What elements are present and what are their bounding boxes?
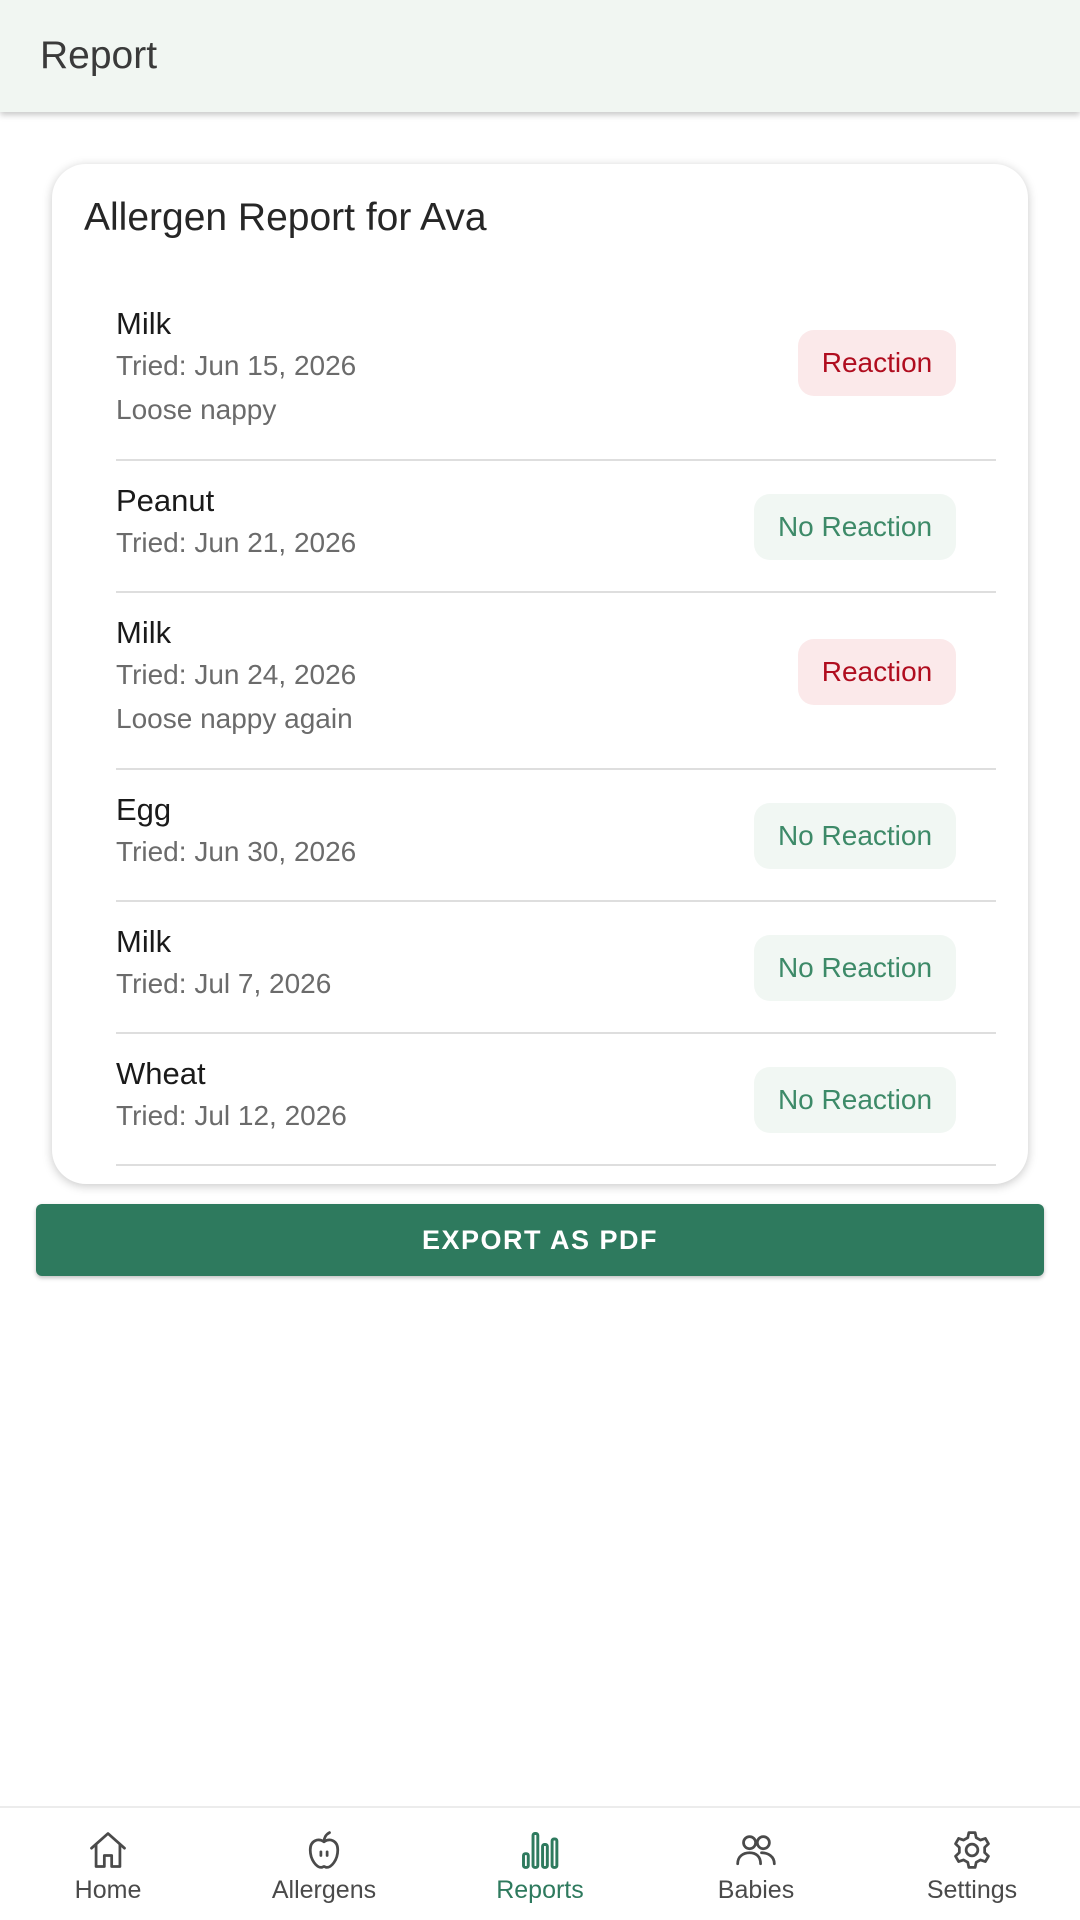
nav-label: Babies [717,1876,795,1904]
list-item: Milk Tried: Jun 24, 2026 Loose nappy aga… [116,593,996,770]
allergen-name: Peanut [116,483,215,518]
list-item: Peanut Tried: Jun 21, 2026 No Reaction [116,461,996,593]
nav-item-home[interactable]: Home [0,1808,216,1920]
status-badge: No Reaction [754,1067,956,1133]
nav-label: Home [74,1876,142,1904]
list-item: Wheat Tried: Jul 12, 2026 No Reaction [116,1034,996,1166]
nav-label: Reports [496,1876,584,1904]
tried-date: Tried: Jul 12, 2026 [116,1100,347,1131]
nav-label: Settings [926,1876,1018,1904]
allergen-name: Milk [116,924,172,959]
allergen-name: Egg [116,792,172,827]
tried-date: Tried: Jun 21, 2026 [116,527,357,558]
status-badge: No Reaction [754,494,956,560]
status-badge: No Reaction [754,935,956,1001]
home-icon [90,1832,126,1868]
people-icon [736,1835,776,1866]
list-item: Milk Tried: Jun 15, 2026 Loose nappy Rea… [116,284,996,461]
gear-icon [954,1831,990,1869]
app-bar: Report [0,0,1080,112]
nav-item-babies[interactable]: Babies [648,1808,864,1920]
tried-date: Tried: Jun 30, 2026 [116,836,357,867]
reaction-note: Loose nappy [116,394,277,425]
export-pdf-button[interactable]: EXPORT AS PDF [36,1204,1044,1276]
tried-date: Tried: Jun 24, 2026 [116,659,357,690]
tried-date: Tried: Jul 7, 2026 [116,968,332,999]
bar-chart-icon [522,1832,559,1869]
status-badge: Reaction [798,639,956,705]
tried-date: Tried: Jun 15, 2026 [116,350,357,381]
list-item: Milk Tried: Jul 7, 2026 No Reaction [116,902,996,1034]
nav-label: Allergens [271,1876,377,1904]
report-card: Allergen Report for Ava Milk Tried: Jun … [52,164,1028,1184]
status-badge: Reaction [798,330,956,396]
status-badge: No Reaction [754,803,956,869]
allergen-name: Wheat [116,1056,206,1091]
allergen-name: Milk [116,306,172,341]
allergen-name: Milk [116,615,172,650]
page-title: Report [40,34,158,77]
list-item: Egg Tried: Jun 30, 2026 No Reaction [116,770,996,902]
apple-icon [308,1831,340,1869]
nav-item-settings[interactable]: Settings [864,1808,1080,1920]
report-list: Milk Tried: Jun 15, 2026 Loose nappy Rea… [116,284,996,1166]
report-title: Allergen Report for Ava [84,196,487,239]
reaction-note: Loose nappy again [116,703,353,734]
nav-item-allergens[interactable]: Allergens [216,1808,432,1920]
nav-item-reports[interactable]: Reports [432,1808,648,1920]
bottom-nav: Home Allergens Reports Babies Settings [0,1806,1080,1920]
